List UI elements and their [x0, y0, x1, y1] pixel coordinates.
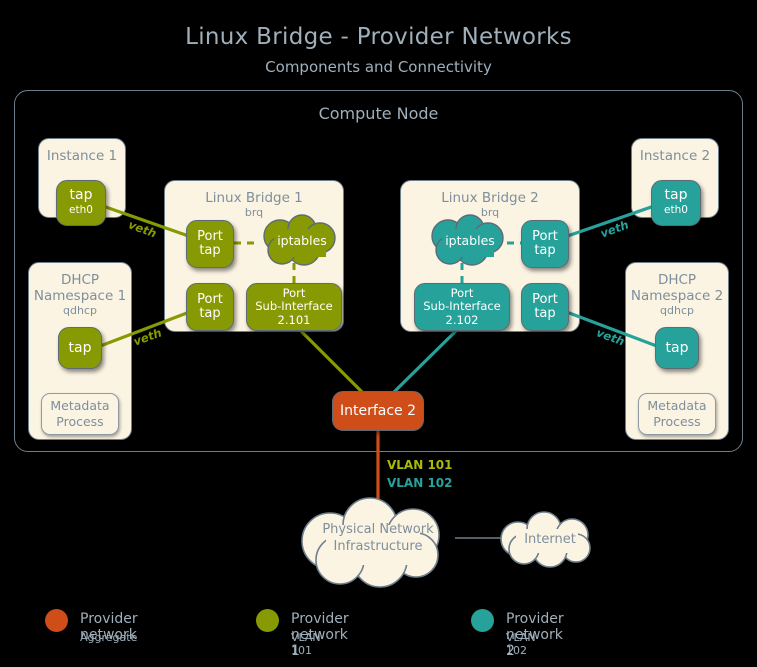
physical-network-line2: Infrastructure — [333, 539, 423, 554]
instance-1-tap-label: tap — [69, 187, 93, 203]
bridge-1-port-tap-bottom-line1: Port — [197, 292, 223, 307]
bridge-2-port-tap-top-line2: tap — [534, 243, 556, 258]
bridge-2-port-tap-bottom-line1: Port — [532, 292, 558, 307]
bridge-2-subinterface-line3: 2.102 — [445, 312, 479, 327]
dhcp-namespace-1-metadata-line2: Process — [56, 414, 104, 429]
bridge-1-port-tap-top-line1: Port — [197, 229, 223, 244]
physical-network-line1: Physical Network — [322, 522, 434, 537]
dhcp-namespace-1-tap-node[interactable]: tap — [58, 327, 102, 369]
cloud-shapes — [263, 214, 591, 588]
instance-1-tap-sublabel: eth0 — [69, 204, 93, 216]
dhcp-namespace-1-metadata-process: Metadata Process — [41, 393, 119, 435]
bridge-1-port-tap-bottom[interactable]: Port tap — [186, 283, 234, 331]
bridge-1-port-tap-bottom-line2: tap — [199, 306, 221, 321]
instance-2-tap-node[interactable]: tap eth0 — [651, 180, 701, 226]
bridge-2-iptables-label[interactable]: iptables — [426, 233, 514, 248]
bridge-1-port-tap-top-line2: tap — [199, 243, 221, 258]
dhcp-namespace-2-metadata-process: Metadata Process — [638, 393, 716, 435]
dhcp-namespace-2-tap-node[interactable]: tap — [655, 327, 699, 369]
instance-1-tap-node[interactable]: tap eth0 — [56, 180, 106, 226]
bridge-1-port-tap-top[interactable]: Port tap — [186, 220, 234, 268]
dhcp-namespace-1-tap-label: tap — [68, 339, 92, 356]
dhcp-namespace-1-metadata-line1: Metadata — [50, 398, 110, 413]
bridge-1-iptables-label[interactable]: iptables — [258, 233, 346, 248]
bridge-1-subinterface-line3: 2.101 — [277, 312, 311, 327]
interface-2-label: Interface 2 — [339, 402, 417, 419]
dhcp-namespace-2-metadata-line2: Process — [653, 414, 701, 429]
bridge-2-port-tap-top-line1: Port — [532, 229, 558, 244]
internet-label: Internet — [524, 532, 576, 547]
dhcp-namespace-2-tap-label: tap — [665, 339, 689, 356]
instance-2-tap-label: tap — [664, 187, 688, 203]
bridge-2-port-subinterface[interactable]: Port Sub-Interface 2.102 — [414, 283, 510, 331]
vlan-101-label: VLAN 101 — [387, 458, 453, 472]
vlan-102-label: VLAN 102 — [387, 476, 453, 490]
bridge-1-port-subinterface[interactable]: Port Sub-Interface 2.101 — [246, 283, 342, 331]
bridge-2-port-tap-bottom[interactable]: Port tap — [521, 283, 569, 331]
bridge-2-subinterface-line2: Sub-Interface — [423, 299, 501, 314]
physical-network-label: Physical Network Infrastructure — [305, 521, 451, 555]
instance-2-tap-sublabel: eth0 — [664, 204, 688, 216]
bridge-1-subinterface-line1: Port — [282, 285, 306, 300]
bridge-2-port-tap-bottom-line2: tap — [534, 306, 556, 321]
interface-2-node[interactable]: Interface 2 — [332, 391, 424, 431]
dhcp-namespace-2-metadata-line1: Metadata — [647, 398, 707, 413]
bridge-2-subinterface-line1: Port — [450, 285, 474, 300]
bridge-2-port-tap-top[interactable]: Port tap — [521, 220, 569, 268]
bridge-1-subinterface-line2: Sub-Interface — [255, 299, 333, 314]
